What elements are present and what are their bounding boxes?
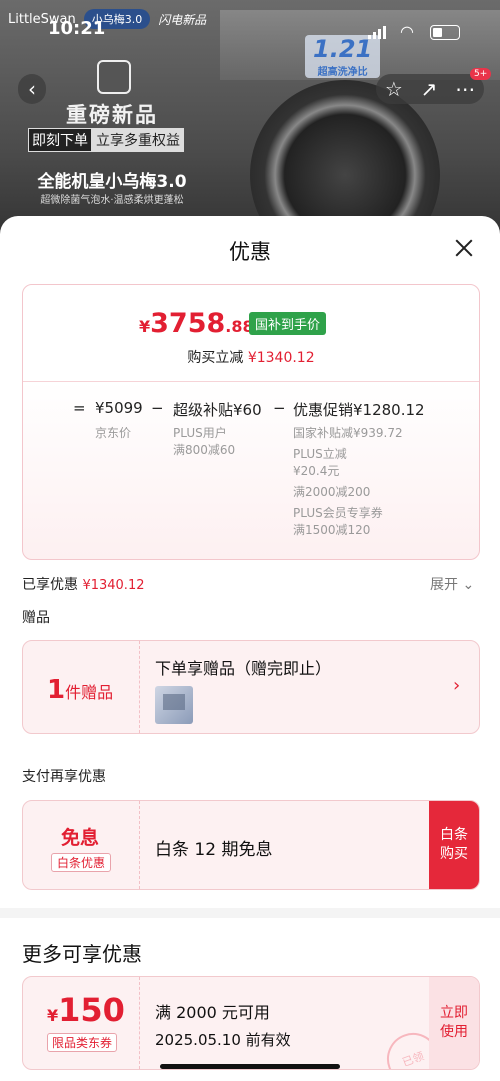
gift-unit: 件赠品 xyxy=(65,683,114,702)
gift-title: 下单享赠品（赠完即止） xyxy=(155,659,332,678)
clock: 10:21 xyxy=(48,18,106,39)
interest-free: 免息 xyxy=(61,827,100,849)
baitiao-btn-line2: 购买 xyxy=(440,846,468,862)
pay-section-title: 支付再享优惠 xyxy=(22,769,106,785)
more-icon[interactable]: ⋯ xyxy=(455,77,475,101)
gift-count-num: 1 xyxy=(47,675,66,705)
item1-sub: PLUS用户 满800减60 xyxy=(173,425,235,459)
item1-sub-line: PLUS用户 xyxy=(173,426,227,440)
coupon-amount-num: 150 xyxy=(58,991,125,1029)
wifi-icon: ◠ xyxy=(400,22,414,41)
item2-sub-line: 满1500减120 xyxy=(293,523,371,537)
section-divider xyxy=(0,908,500,918)
use-coupon-button[interactable]: 立即 使用 xyxy=(429,977,479,1069)
reduce-label: 购买立减 xyxy=(187,350,244,366)
signal-icon xyxy=(368,26,386,39)
base-label: 京东价 xyxy=(95,426,132,440)
item1-sub-line: 满800减60 xyxy=(173,443,236,457)
share-icon[interactable]: ↗ xyxy=(421,77,438,101)
back-button[interactable]: ‹ xyxy=(18,74,46,104)
home-indicator xyxy=(160,1064,340,1069)
coupon-btn-line2: 使用 xyxy=(440,1024,468,1040)
item2-sub: 国家补贴减¥939.72 PLUS立减 ¥20.4元 满2000减200 PLU… xyxy=(293,425,403,539)
baitiao-tag: 白条优惠 xyxy=(51,853,112,872)
item2-sub-line: PLUS立减 xyxy=(293,447,347,461)
item2-sub-line: 国家补贴减¥939.72 xyxy=(293,426,403,440)
enjoyed-label: 已享优惠 xyxy=(22,577,78,593)
sheet-title: 优惠 xyxy=(229,240,271,264)
cube-logo-icon xyxy=(97,60,131,94)
baitiao-card: 免息 白条优惠 白条 12 期免息 白条购买 xyxy=(22,800,480,890)
reduce-line: 购买立减 ¥1340.12 xyxy=(23,347,479,367)
gift-count: 1件赠品 xyxy=(47,675,113,705)
discount-sheet: 优惠 ¥3758.88 国补到手价 购买立减 ¥1340.12 = ¥5099 … xyxy=(0,216,500,1081)
formula-base: ¥5099 xyxy=(95,399,143,417)
baitiao-buy-button[interactable]: 白条 购买 xyxy=(429,801,479,889)
battery-icon xyxy=(430,25,460,40)
item2-sub-line: ¥20.4元 xyxy=(293,464,340,478)
nav-actions: ☆ ↗ ⋯ xyxy=(376,74,484,104)
price-top: ¥3758.88 国补到手价 购买立减 ¥1340.12 xyxy=(23,285,479,382)
enjoyed-row: 已享优惠 ¥1340.12 xyxy=(22,574,144,594)
coupon-yen: ¥ xyxy=(47,1006,59,1025)
ad-headline: 重磅新品 xyxy=(66,103,158,127)
baitiao-btn-line1: 白条 xyxy=(440,827,468,843)
coupon-condition: 满 2000 元可用 xyxy=(155,1003,270,1022)
cart-badge: 5+ xyxy=(470,68,492,80)
coupon-expire: 2025.05.10 前有效 xyxy=(155,1031,291,1049)
gift-thumbnail xyxy=(155,686,193,724)
coupon-btn-line1: 立即 xyxy=(440,1005,468,1021)
close-icon[interactable] xyxy=(452,236,476,260)
ad-feature: 超微除菌气泡水·温感柔烘更蓬松 xyxy=(40,195,184,206)
enjoyed-value: ¥1340.12 xyxy=(82,578,145,593)
chevron-right-icon: › xyxy=(453,675,461,696)
reduce-value: ¥1340.12 xyxy=(247,350,315,366)
price-breakdown-card: ¥3758.88 国补到手价 购买立减 ¥1340.12 = ¥5099 − 超… xyxy=(22,284,480,560)
slogan-sub: 超高洗净比 xyxy=(317,67,368,78)
formula-item-1: 超级补贴¥60 xyxy=(173,401,262,419)
formula-minus-2: − xyxy=(273,399,286,417)
formula-minus-1: − xyxy=(151,399,164,417)
coupon-amount: ¥150 xyxy=(47,991,125,1029)
formula-item-2: 优惠促销¥1280.12 xyxy=(293,401,425,419)
price-int: 3758 xyxy=(150,308,226,339)
more-section-title: 更多可享优惠 xyxy=(22,942,142,966)
gift-section-title: 赠品 xyxy=(22,610,50,626)
gov-subsidy-tag: 国补到手价 xyxy=(249,312,327,335)
gift-card[interactable]: 1件赠品 下单享赠品（赠完即止） › xyxy=(22,640,480,734)
status-bar: 10:21 ◠ xyxy=(0,18,500,48)
ad-tag-order: 即刻下单 xyxy=(28,128,92,152)
coupon-tag: 限品类东券 xyxy=(47,1033,118,1052)
final-price: ¥3758.88 xyxy=(139,308,254,339)
ad-product: 全能机皇小乌梅3.0 xyxy=(37,172,187,192)
ad-tag-benefits: 立享多重权益 xyxy=(92,128,184,152)
item2-sub-line: PLUS会员专享券 xyxy=(293,506,383,520)
baitiao-text: 白条 12 期免息 xyxy=(155,840,273,860)
formula-eq: = xyxy=(73,399,86,417)
coupon-card: ¥150 限品类东券 满 2000 元可用 2025.05.10 前有效 已领 … xyxy=(22,976,480,1070)
chevron-left-icon: ‹ xyxy=(28,77,36,101)
item2-sub-line: 满2000减200 xyxy=(293,485,371,499)
star-icon[interactable]: ☆ xyxy=(385,77,403,101)
price-yen: ¥ xyxy=(139,317,151,336)
expand-button[interactable]: 展开 ⌄ xyxy=(430,574,474,594)
ad-tags: 即刻下单 立享多重权益 xyxy=(28,128,184,152)
